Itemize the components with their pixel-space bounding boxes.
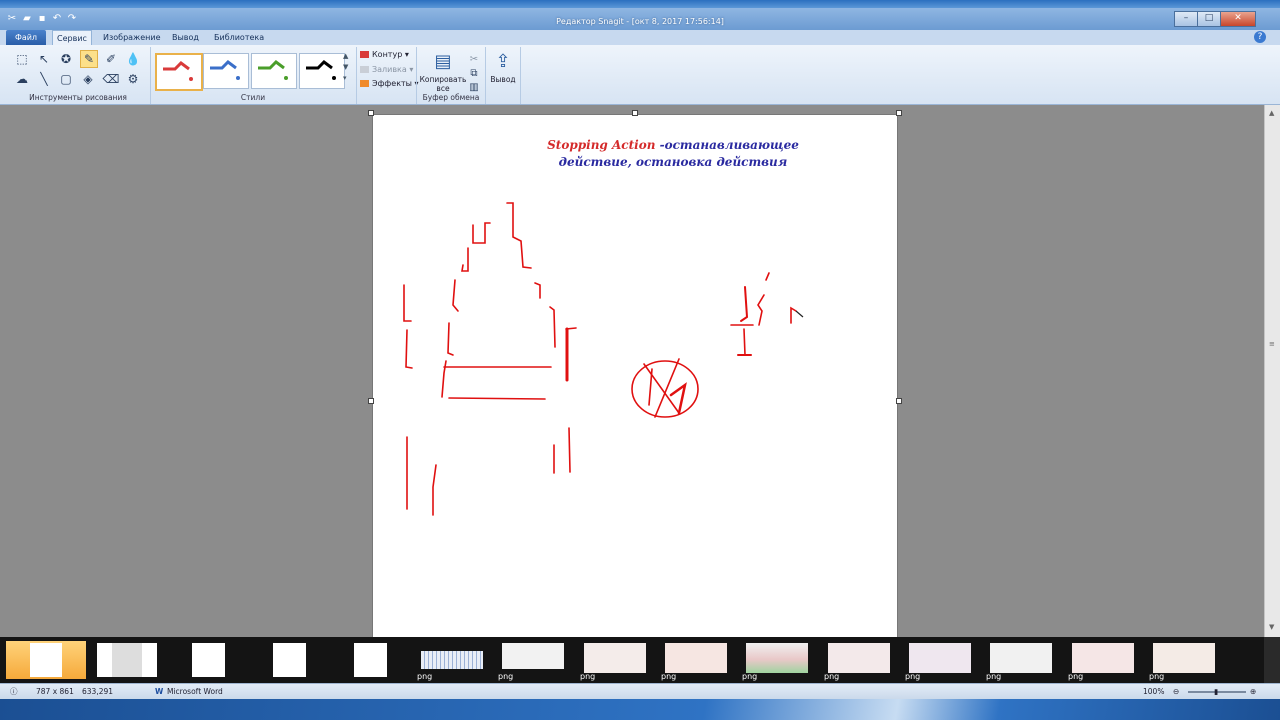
thumbnail-5[interactable] bbox=[354, 643, 387, 677]
thumbnail-type-label: png bbox=[824, 672, 840, 681]
windows-taskbar bbox=[0, 699, 1280, 720]
thumbnail-15[interactable] bbox=[1153, 643, 1215, 673]
drawing-tools-group: ⬚ ↖ ✪ ✎ ✐ 💧 ☁ ╲ ▢ ◈ ⌫ ⚙ Инструменты рисо… bbox=[6, 47, 151, 104]
selection-icon[interactable]: ⬚ bbox=[13, 50, 31, 68]
style-swatch-red[interactable] bbox=[155, 53, 203, 91]
thumbnail-type-label: png bbox=[661, 672, 677, 681]
thumbnail-12[interactable] bbox=[909, 643, 971, 673]
styles-group: Стили bbox=[150, 47, 357, 104]
resize-handle-top-right[interactable] bbox=[896, 110, 902, 116]
clipboard-group: ▤ Копировать все ✂ ⧉ ▥ Буфер обмена bbox=[417, 47, 486, 104]
window-controls: – □ ✕ bbox=[1174, 11, 1256, 27]
maximize-button[interactable]: □ bbox=[1197, 11, 1221, 27]
eraser-icon[interactable]: ⌫ bbox=[102, 70, 120, 88]
style-options-group bbox=[356, 47, 417, 104]
tab-service[interactable]: Сервис bbox=[52, 30, 92, 46]
share-icon: ⇪ bbox=[495, 51, 511, 72]
copy-all-button[interactable]: ▤ Копировать все bbox=[419, 51, 467, 93]
thumbnail-3[interactable] bbox=[192, 643, 225, 677]
close-button[interactable]: ✕ bbox=[1220, 11, 1256, 27]
info-icon[interactable]: ⓘ bbox=[10, 684, 18, 700]
thumbnail-7[interactable] bbox=[502, 643, 564, 669]
thumbnail-type-label: png bbox=[1068, 672, 1084, 681]
style-swatch-green[interactable] bbox=[251, 53, 297, 89]
thumbnail-type-label: png bbox=[986, 672, 1002, 681]
output-button[interactable]: ⇪ Вывод bbox=[488, 51, 518, 84]
vertical-scrollbar[interactable]: ▲ ≡ ▼ bbox=[1264, 105, 1280, 637]
tray-scrollbar[interactable] bbox=[1264, 637, 1280, 683]
thumbnail-2[interactable] bbox=[97, 643, 157, 677]
fill-icon[interactable]: ◈ bbox=[79, 70, 97, 88]
arrow-icon[interactable]: ↖ bbox=[35, 50, 53, 68]
pen-icon[interactable]: ✎ bbox=[80, 50, 98, 68]
thumbnail-11[interactable] bbox=[828, 643, 890, 673]
thumbnail-type-label: png bbox=[580, 672, 596, 681]
callout-icon[interactable]: ☁ bbox=[13, 70, 31, 88]
zoom-level: 100% bbox=[1143, 687, 1165, 696]
minimize-button[interactable]: – bbox=[1174, 11, 1198, 27]
resize-handle-top[interactable] bbox=[632, 110, 638, 116]
thumbnail-9[interactable] bbox=[665, 643, 727, 673]
output-label: Вывод bbox=[490, 75, 516, 84]
thumbnail-6[interactable] bbox=[421, 651, 483, 669]
style-swatch-blue[interactable] bbox=[203, 53, 249, 89]
image-size: 787 x 861 bbox=[36, 687, 74, 696]
stamp-icon[interactable]: ✪ bbox=[57, 50, 75, 68]
drawing-tools-label: Инструменты рисования bbox=[29, 93, 127, 102]
tab-library[interactable]: Библиотека bbox=[214, 30, 264, 45]
shape-icon[interactable]: ▢ bbox=[57, 70, 75, 88]
thumbnail-13[interactable] bbox=[990, 643, 1052, 673]
ribbon-tabs: Файл Сервис Изображение Вывод Библиотека… bbox=[0, 30, 1280, 46]
thumbnail-4[interactable] bbox=[273, 643, 306, 677]
tab-file[interactable]: Файл bbox=[6, 30, 46, 45]
scroll-up-icon[interactable]: ▲ bbox=[1269, 109, 1274, 117]
output-group: ⇪ Вывод bbox=[486, 47, 521, 104]
thumbnail-type-label: png bbox=[498, 672, 514, 681]
copy-all-icon: ▤ bbox=[434, 51, 452, 72]
desktop-background bbox=[0, 0, 1280, 8]
zoom-slider-thumb-icon[interactable]: ▮ bbox=[1214, 684, 1218, 700]
thumbnail-type-label: png bbox=[905, 672, 921, 681]
image-canvas[interactable]: Stopping Action -останавливающее действи… bbox=[372, 114, 898, 639]
style-swatch-black[interactable] bbox=[299, 53, 345, 89]
blur-icon[interactable]: 💧 bbox=[124, 50, 142, 68]
tab-image[interactable]: Изображение bbox=[103, 30, 161, 45]
source-app: Microsoft Word bbox=[167, 687, 223, 696]
copy-all-label: Копировать все bbox=[419, 75, 467, 93]
status-bar: ⓘ 787 x 861 633,291 W Microsoft Word 100… bbox=[0, 683, 1280, 700]
freehand-drawing bbox=[403, 202, 804, 516]
word-icon: W bbox=[155, 687, 164, 696]
zoom-out-icon[interactable]: ⊖ bbox=[1173, 684, 1179, 700]
scroll-down-icon[interactable]: ▼ bbox=[1269, 623, 1274, 631]
resize-handle-top-left[interactable] bbox=[368, 110, 374, 116]
clipboard-label: Буфер обмена bbox=[422, 93, 480, 102]
thumbnail-10[interactable] bbox=[746, 643, 808, 673]
styles-scroll[interactable]: ▲ ▼ ▾ bbox=[343, 51, 351, 84]
thumbnail-8[interactable] bbox=[584, 643, 646, 673]
capture-tray: png png png png png png png png png png bbox=[0, 637, 1280, 683]
magic-wand-icon[interactable]: ⚙ bbox=[124, 70, 142, 88]
thumbnail-type-label: png bbox=[417, 672, 433, 681]
thumbnail-type-label: png bbox=[742, 672, 758, 681]
line-icon[interactable]: ╲ bbox=[35, 70, 53, 88]
styles-label: Стили bbox=[240, 93, 266, 102]
resize-handle-left[interactable] bbox=[368, 398, 374, 404]
zoom-in-icon[interactable]: ⊕ bbox=[1250, 684, 1256, 700]
highlighter-icon[interactable]: ✐ bbox=[102, 50, 120, 68]
thumbnail-14[interactable] bbox=[1072, 643, 1134, 673]
help-icon[interactable]: ? bbox=[1254, 31, 1266, 43]
thumbnail-type-label: png bbox=[1149, 672, 1165, 681]
resize-handle-right[interactable] bbox=[896, 398, 902, 404]
window-title: Редактор Snagit - [окт 8, 2017 17:56:14] bbox=[556, 17, 724, 26]
thumbnail-1[interactable] bbox=[30, 643, 62, 677]
tab-output[interactable]: Вывод bbox=[172, 30, 199, 45]
cursor-position: 633,291 bbox=[82, 687, 114, 696]
ribbon: ⬚ ↖ ✪ ✎ ✐ 💧 ☁ ╲ ▢ ◈ ⌫ ⚙ Инструменты рисо… bbox=[0, 45, 1280, 105]
scroll-thumb-icon[interactable]: ≡ bbox=[1269, 340, 1275, 348]
